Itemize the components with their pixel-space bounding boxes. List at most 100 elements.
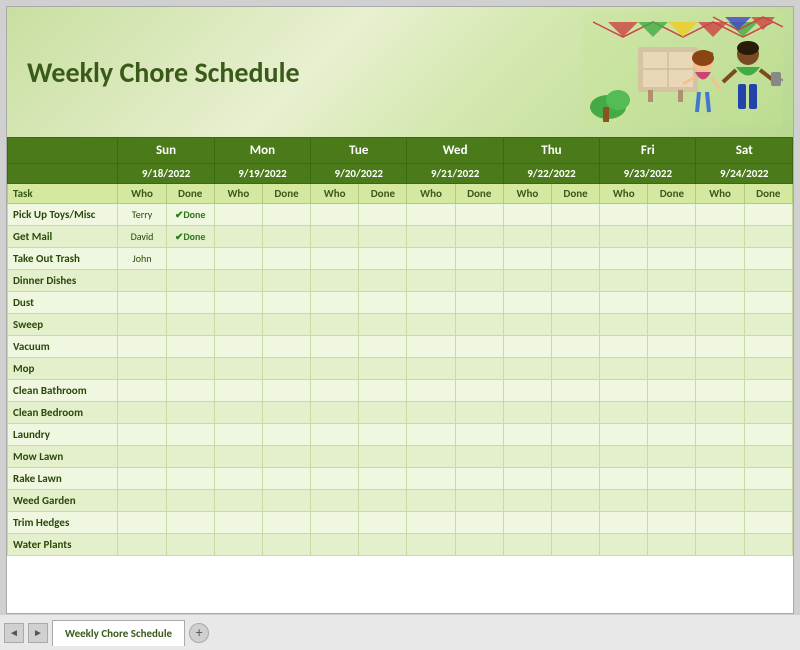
done-cell-row6-day0[interactable]: [166, 336, 214, 358]
done-cell-row2-day4[interactable]: [551, 248, 599, 270]
done-cell-row12-day5[interactable]: [648, 468, 696, 490]
who-cell-row9-day0[interactable]: [118, 402, 166, 424]
done-cell-row7-day6[interactable]: [744, 358, 792, 380]
who-cell-row10-day5[interactable]: [600, 424, 648, 446]
who-cell-row13-day6[interactable]: [696, 490, 744, 512]
who-cell-row2-day5[interactable]: [600, 248, 648, 270]
done-cell-row8-day5[interactable]: [648, 380, 696, 402]
done-cell-row12-day6[interactable]: [744, 468, 792, 490]
done-cell-row5-day5[interactable]: [648, 314, 696, 336]
who-cell-row5-day6[interactable]: [696, 314, 744, 336]
who-cell-row14-day5[interactable]: [600, 512, 648, 534]
who-cell-row5-day0[interactable]: [118, 314, 166, 336]
who-cell-row10-day3[interactable]: [407, 424, 455, 446]
done-cell-row15-day1[interactable]: [262, 534, 310, 556]
done-cell-row3-day2[interactable]: [359, 270, 407, 292]
who-cell-row5-day4[interactable]: [503, 314, 551, 336]
done-cell-row1-day1[interactable]: [262, 226, 310, 248]
done-cell-row10-day5[interactable]: [648, 424, 696, 446]
who-cell-row4-day1[interactable]: [214, 292, 262, 314]
who-cell-row3-day5[interactable]: [600, 270, 648, 292]
done-cell-row5-day2[interactable]: [359, 314, 407, 336]
done-cell-row1-day5[interactable]: [648, 226, 696, 248]
done-cell-row9-day4[interactable]: [551, 402, 599, 424]
who-cell-row12-day4[interactable]: [503, 468, 551, 490]
done-cell-row1-day2[interactable]: [359, 226, 407, 248]
done-cell-row8-day6[interactable]: [744, 380, 792, 402]
done-cell-row7-day4[interactable]: [551, 358, 599, 380]
who-cell-row0-day1[interactable]: [214, 204, 262, 226]
done-cell-row0-day3[interactable]: [455, 204, 503, 226]
done-cell-row8-day2[interactable]: [359, 380, 407, 402]
who-cell-row2-day0[interactable]: John: [118, 248, 166, 270]
done-cell-row14-day0[interactable]: [166, 512, 214, 534]
who-cell-row2-day6[interactable]: [696, 248, 744, 270]
done-cell-row9-day1[interactable]: [262, 402, 310, 424]
done-cell-row13-day3[interactable]: [455, 490, 503, 512]
who-cell-row9-day2[interactable]: [311, 402, 359, 424]
who-cell-row7-day0[interactable]: [118, 358, 166, 380]
who-cell-row3-day6[interactable]: [696, 270, 744, 292]
done-cell-row11-day3[interactable]: [455, 446, 503, 468]
done-cell-row5-day1[interactable]: [262, 314, 310, 336]
done-cell-row9-day2[interactable]: [359, 402, 407, 424]
who-cell-row6-day1[interactable]: [214, 336, 262, 358]
done-cell-row13-day5[interactable]: [648, 490, 696, 512]
who-cell-row13-day4[interactable]: [503, 490, 551, 512]
done-cell-row6-day3[interactable]: [455, 336, 503, 358]
who-cell-row13-day2[interactable]: [311, 490, 359, 512]
who-cell-row6-day0[interactable]: [118, 336, 166, 358]
done-cell-row10-day6[interactable]: [744, 424, 792, 446]
who-cell-row2-day1[interactable]: [214, 248, 262, 270]
who-cell-row7-day2[interactable]: [311, 358, 359, 380]
who-cell-row0-day4[interactable]: [503, 204, 551, 226]
who-cell-row7-day6[interactable]: [696, 358, 744, 380]
done-cell-row13-day1[interactable]: [262, 490, 310, 512]
who-cell-row3-day4[interactable]: [503, 270, 551, 292]
who-cell-row9-day6[interactable]: [696, 402, 744, 424]
add-sheet-button[interactable]: +: [189, 623, 209, 643]
who-cell-row3-day0[interactable]: [118, 270, 166, 292]
done-cell-row7-day1[interactable]: [262, 358, 310, 380]
done-cell-row15-day2[interactable]: [359, 534, 407, 556]
who-cell-row9-day5[interactable]: [600, 402, 648, 424]
who-cell-row15-day6[interactable]: [696, 534, 744, 556]
done-cell-row3-day3[interactable]: [455, 270, 503, 292]
done-cell-row11-day6[interactable]: [744, 446, 792, 468]
who-cell-row1-day6[interactable]: [696, 226, 744, 248]
who-cell-row2-day3[interactable]: [407, 248, 455, 270]
done-cell-row14-day3[interactable]: [455, 512, 503, 534]
done-cell-row4-day4[interactable]: [551, 292, 599, 314]
who-cell-row0-day0[interactable]: Terry: [118, 204, 166, 226]
done-cell-row3-day4[interactable]: [551, 270, 599, 292]
who-cell-row8-day4[interactable]: [503, 380, 551, 402]
done-cell-row15-day0[interactable]: [166, 534, 214, 556]
who-cell-row1-day3[interactable]: [407, 226, 455, 248]
who-cell-row10-day2[interactable]: [311, 424, 359, 446]
done-cell-row4-day0[interactable]: [166, 292, 214, 314]
who-cell-row7-day3[interactable]: [407, 358, 455, 380]
done-cell-row12-day0[interactable]: [166, 468, 214, 490]
who-cell-row13-day0[interactable]: [118, 490, 166, 512]
done-cell-row6-day2[interactable]: [359, 336, 407, 358]
who-cell-row6-day2[interactable]: [311, 336, 359, 358]
who-cell-row4-day4[interactable]: [503, 292, 551, 314]
done-cell-row2-day2[interactable]: [359, 248, 407, 270]
done-cell-row7-day3[interactable]: [455, 358, 503, 380]
who-cell-row4-day5[interactable]: [600, 292, 648, 314]
who-cell-row5-day1[interactable]: [214, 314, 262, 336]
who-cell-row12-day5[interactable]: [600, 468, 648, 490]
who-cell-row14-day1[interactable]: [214, 512, 262, 534]
done-cell-row12-day4[interactable]: [551, 468, 599, 490]
done-cell-row11-day0[interactable]: [166, 446, 214, 468]
done-cell-row6-day1[interactable]: [262, 336, 310, 358]
who-cell-row0-day2[interactable]: [311, 204, 359, 226]
done-cell-row7-day2[interactable]: [359, 358, 407, 380]
done-cell-row0-day5[interactable]: [648, 204, 696, 226]
who-cell-row4-day3[interactable]: [407, 292, 455, 314]
done-cell-row4-day1[interactable]: [262, 292, 310, 314]
done-cell-row15-day3[interactable]: [455, 534, 503, 556]
who-cell-row11-day1[interactable]: [214, 446, 262, 468]
done-cell-row13-day2[interactable]: [359, 490, 407, 512]
who-cell-row14-day2[interactable]: [311, 512, 359, 534]
